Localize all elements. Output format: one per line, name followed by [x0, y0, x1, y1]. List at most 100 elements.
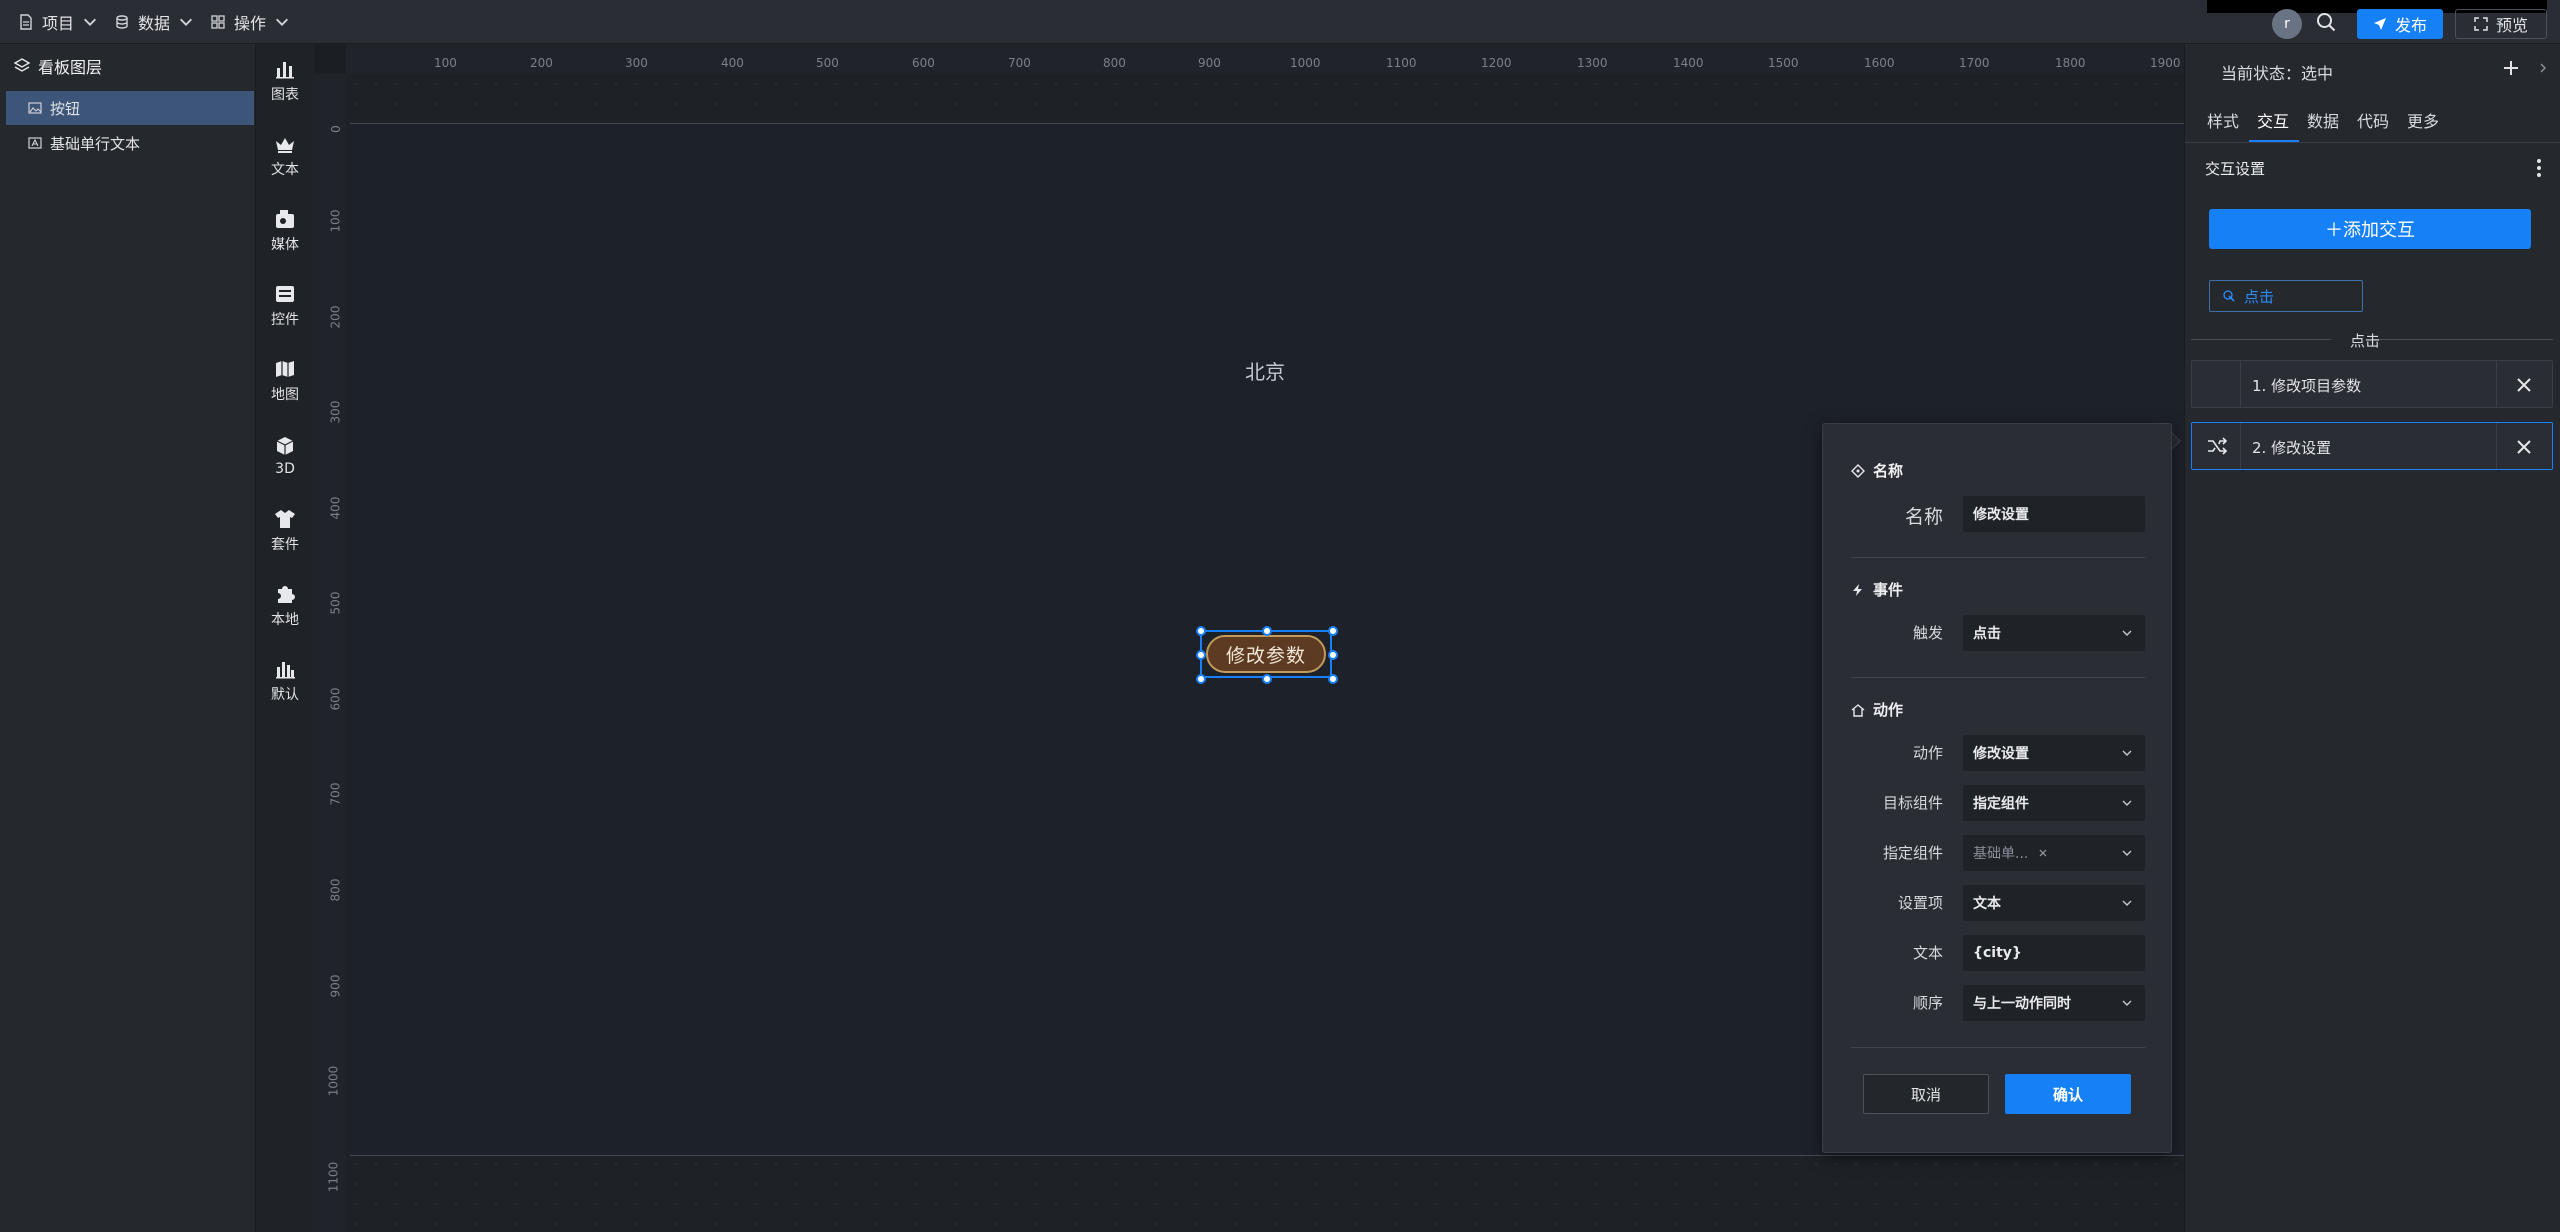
ruler-left: 0 100 200 300 400 500 600 700 800 900 10… [314, 74, 346, 1232]
separator [2240, 361, 2241, 407]
properties-panel: 当前状态：选中 样式 交互 数据 代码 更多 交互设置 ＋添加交互 点击 点击 … [2184, 44, 2560, 1232]
map-icon [276, 361, 294, 377]
send-icon [2373, 18, 2386, 30]
chevron-down-icon [2122, 850, 2132, 856]
selected-button-frame[interactable]: 修改参数 [1196, 626, 1338, 684]
target-select[interactable]: 指定组件 [1963, 785, 2145, 821]
chevron-down-icon [2122, 630, 2132, 636]
component-local[interactable]: 本地 [256, 576, 314, 636]
control-icon [276, 286, 294, 302]
confirm-button[interactable]: 确认 [2005, 1074, 2131, 1114]
media-icon [276, 210, 294, 228]
add-state-button[interactable] [2497, 54, 2525, 82]
ruler-tick: 1700 [1959, 56, 1990, 70]
layer-item-text[interactable]: 基础单行文本 [6, 126, 254, 160]
shuffle-icon [2206, 435, 2228, 461]
bar-chart-icon [276, 62, 294, 79]
action-label: 动作 [1912, 744, 1943, 762]
component-chart[interactable]: 图表 [256, 51, 314, 111]
tab-code[interactable]: 代码 [2357, 108, 2389, 138]
resize-handle[interactable] [1328, 674, 1338, 684]
search-button[interactable] [2312, 8, 2340, 36]
action-item-1[interactable]: 1. 修改项目参数 [2191, 360, 2553, 408]
event-tag-click[interactable]: 点击 [2209, 280, 2363, 312]
ruler-tick: 100 [434, 56, 457, 70]
component-default[interactable]: 默认 [256, 651, 314, 711]
resize-handle[interactable] [1196, 650, 1206, 660]
publish-button[interactable]: 发布 [2357, 9, 2443, 39]
layer-item-button[interactable]: 按钮 [6, 91, 254, 125]
divider [1851, 557, 2145, 558]
ruler-tick: 700 [1008, 56, 1031, 70]
menu-data[interactable]: 数据 [114, 0, 194, 44]
action-select[interactable]: 修改设置 [1963, 735, 2145, 771]
resize-handle[interactable] [1196, 674, 1206, 684]
resize-handle[interactable] [1328, 650, 1338, 660]
chevron-right-icon [2540, 63, 2546, 73]
trigger-select[interactable]: 点击 [1963, 615, 2145, 651]
tab-more[interactable]: 更多 [2407, 108, 2439, 138]
ruler-tick: 1500 [1768, 56, 1799, 70]
component-text[interactable]: 文本 [256, 126, 314, 186]
chevron-down-icon [2122, 900, 2132, 906]
ruler-tick: 0 [328, 125, 343, 133]
modify-params-button[interactable]: 修改参数 [1206, 635, 1326, 673]
close-icon [2517, 440, 2531, 454]
text-label: 文本 [1912, 944, 1943, 962]
component-control[interactable]: 控件 [256, 276, 314, 336]
tab-style[interactable]: 样式 [2207, 108, 2239, 138]
ruler-tick: 1900 [2150, 56, 2181, 70]
resize-handle[interactable] [1328, 626, 1338, 636]
tab-interaction[interactable]: 交互 [2257, 108, 2289, 138]
remove-action-button[interactable] [2510, 371, 2538, 399]
text-widget-city[interactable]: 北京 [1215, 356, 1315, 385]
section-event: 事件 [1851, 579, 1903, 600]
component-media[interactable]: 媒体 [256, 201, 314, 261]
name-label: 名称 [1904, 506, 1943, 528]
ruler-tick: 400 [328, 496, 343, 520]
separator [2240, 423, 2241, 469]
preview-button[interactable]: 预览 [2455, 9, 2547, 39]
name-input[interactable]: 修改设置 [1963, 496, 2145, 532]
text-layer-icon [28, 137, 42, 149]
ruler-tick: 600 [328, 687, 343, 711]
avatar[interactable]: r [2272, 9, 2302, 39]
resize-handle[interactable] [1196, 626, 1206, 636]
cancel-button[interactable]: 取消 [1863, 1074, 1989, 1114]
specified-select[interactable]: 基础单... [1963, 835, 2145, 871]
layers-icon [14, 58, 30, 72]
menu-operation[interactable]: 操作 [210, 0, 290, 44]
top-bar: 项目 数据 操作 r 发布 预览 [0, 0, 2560, 44]
menu-project[interactable]: 项目 [18, 0, 98, 44]
chevron-down-icon [2122, 1000, 2132, 1006]
order-select[interactable]: 与上一动作同时 [1963, 985, 2145, 1021]
action-edit-popup: 名称 名称 修改设置 事件 触发 点击 动作 动作 修改设置 目标组件 指定组件… [1822, 423, 2172, 1153]
remove-action-button[interactable] [2510, 433, 2538, 461]
tab-data[interactable]: 数据 [2307, 108, 2339, 138]
ruler-tick: 1400 [1673, 56, 1704, 70]
layers-header: 看板图层 [0, 44, 256, 88]
text-input[interactable]: {city} [1963, 935, 2145, 971]
crown-icon [276, 138, 294, 153]
image-icon [28, 102, 42, 114]
component-map[interactable]: 地图 [256, 351, 314, 411]
action-item-2[interactable]: 2. 修改设置 [2191, 422, 2553, 470]
resize-handle[interactable] [1262, 674, 1272, 684]
action-item-label: 1. 修改项目参数 [2252, 377, 2362, 395]
shirt-icon [275, 510, 295, 528]
component-strip: 图表 文本 媒体 控件 地图 3D 套件 本地 默认 [256, 44, 314, 1232]
divider [1851, 677, 2145, 678]
file-icon [20, 14, 32, 30]
resize-handle[interactable] [1262, 626, 1272, 636]
add-interaction-button[interactable]: ＋添加交互 [2209, 209, 2531, 249]
setting-select[interactable]: 文本 [1963, 885, 2145, 921]
chevron-down-icon [84, 18, 97, 26]
tag-close-icon[interactable] [2038, 848, 2048, 858]
divider [1851, 1047, 2145, 1048]
more-options-button[interactable] [2529, 156, 2549, 180]
ruler-tick: 1100 [1386, 56, 1417, 70]
collapse-panel-button[interactable] [2533, 58, 2553, 78]
component-3d[interactable]: 3D [256, 426, 314, 486]
component-kit[interactable]: 套件 [256, 501, 314, 561]
separator [2496, 423, 2497, 469]
